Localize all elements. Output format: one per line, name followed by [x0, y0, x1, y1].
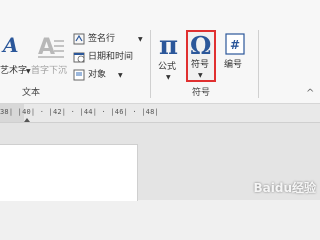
dropcap-label: 首字下沉	[31, 66, 68, 76]
object-button[interactable]: 对象 ▼	[72, 68, 148, 82]
object-label: 对象	[88, 70, 107, 80]
chevron-down-icon: ▼	[166, 74, 171, 81]
wordart-icon: A	[1, 34, 19, 57]
number-label: 编号	[224, 60, 243, 70]
dropcap-icon: A	[38, 35, 64, 60]
symbols-group-label: 符号	[192, 88, 211, 98]
equation-button[interactable]: π 公式 ▼	[156, 30, 184, 81]
chevron-down-icon: ▼	[198, 72, 203, 79]
text-group-label: 文本	[22, 88, 41, 98]
group-divider	[258, 30, 259, 98]
horizontal-ruler[interactable]: 38| |40| · |42| · |44| · |46| · |48|	[0, 104, 320, 123]
ribbon: A 艺术字 ▼ A 首字下沉 签名行 ▼ 日期和时间 对象 ▼ 文本 π 公式 …	[0, 0, 320, 104]
svg-text:Ω: Ω	[190, 32, 211, 58]
svg-text:π: π	[159, 31, 178, 58]
collapse-ribbon-button[interactable]: ^	[306, 88, 314, 99]
symbol-button-highlight[interactable]: Ω 符号 ▼	[186, 30, 216, 82]
date-time-button[interactable]: 日期和时间	[72, 50, 148, 64]
group-divider	[150, 30, 151, 98]
wordart-label: 艺术字	[0, 66, 28, 76]
wordart-button[interactable]: A 艺术字 ▼	[0, 30, 31, 78]
chevron-down-icon: ▼	[118, 72, 123, 79]
omega-icon: Ω	[190, 32, 211, 58]
document-page[interactable]	[0, 144, 138, 201]
ruler-scale: 38| |40| · |42| · |44| · |46| · |48|	[0, 108, 159, 116]
svg-text:A: A	[1, 34, 19, 57]
svg-text:#: #	[230, 38, 240, 52]
signature-line-icon	[73, 33, 85, 45]
object-icon	[73, 69, 85, 81]
date-time-label: 日期和时间	[88, 52, 134, 62]
pi-icon: π	[159, 31, 178, 58]
chevron-down-icon: ▼	[138, 36, 143, 43]
indent-marker-icon[interactable]	[24, 118, 30, 122]
signature-line-button[interactable]: 签名行 ▼	[72, 32, 148, 46]
watermark: Baidu经验	[253, 181, 317, 195]
calendar-icon	[73, 52, 85, 63]
signature-line-label: 签名行	[88, 34, 116, 44]
number-icon: #	[225, 33, 245, 55]
dropcap-button[interactable]: A 首字下沉	[30, 30, 70, 78]
number-button[interactable]: # 编号	[220, 32, 250, 78]
